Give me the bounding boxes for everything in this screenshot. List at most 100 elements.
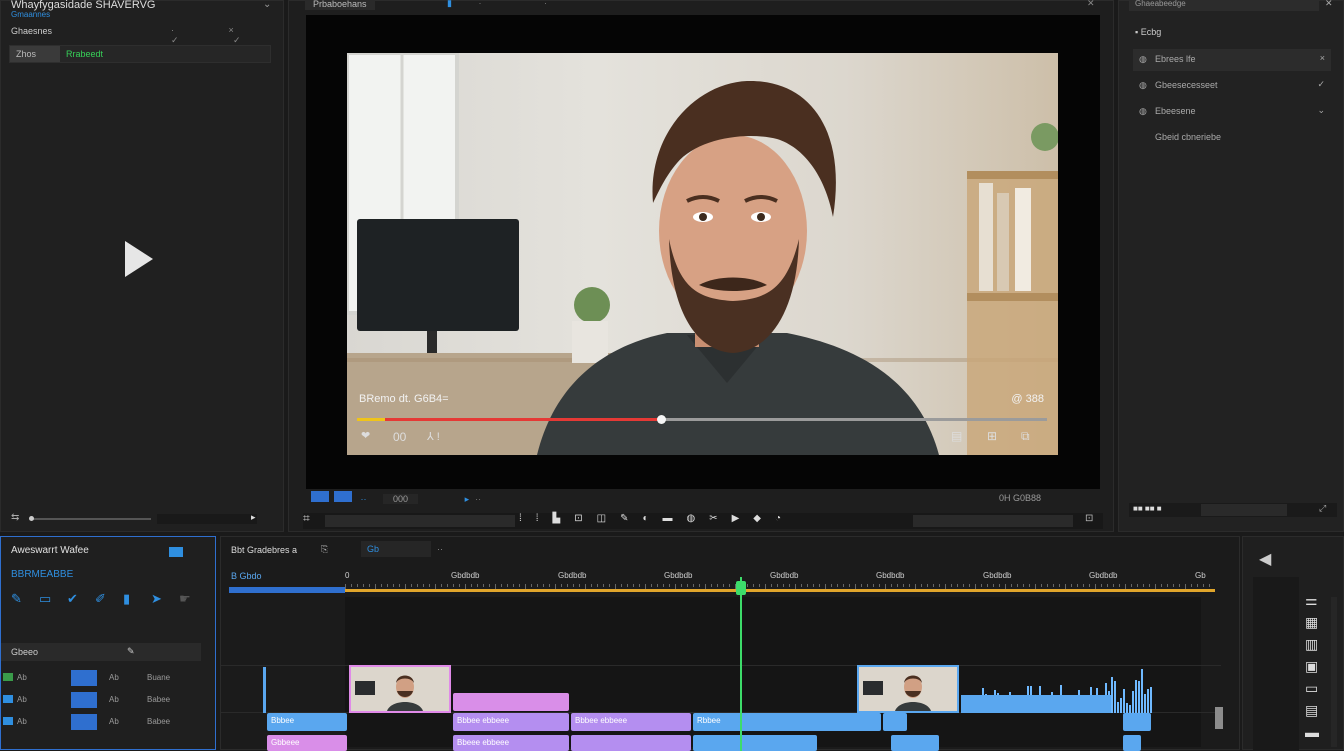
project-row[interactable]: Ab Ab Babee (1, 711, 201, 733)
project-edit-icon[interactable]: ✎ (127, 646, 135, 657)
effects-expand-icon[interactable]: ⤢ (1319, 503, 1326, 514)
clip-a1[interactable]: Gbbeee (267, 735, 347, 751)
clip-a2[interactable]: Bbeee ebbeee (453, 735, 569, 751)
program-zoom-controls[interactable]: ·· 000 ▸ ·· (311, 491, 481, 505)
video-like-icon[interactable]: ❤ (361, 429, 370, 442)
ruler-tick (453, 584, 454, 587)
ruler-tick (783, 584, 784, 587)
source-field-left[interactable]: Zhos (10, 46, 60, 62)
zoom-button[interactable] (334, 491, 352, 502)
video-settings-icon[interactable]: ⊞ (987, 429, 997, 443)
tools-scroll[interactable] (1331, 597, 1337, 747)
program-transport-icons[interactable]: ⁞⁞▙⊡◫✎◐▬◍✂▶◆◔ (519, 513, 795, 524)
video-clip-marker-left (263, 667, 266, 713)
clip-v4[interactable] (1123, 713, 1151, 731)
timeline-close-icon[interactable]: ⎘ (321, 544, 328, 555)
source-scrub-track[interactable] (31, 518, 151, 520)
clip-a5[interactable] (891, 735, 939, 751)
video-progress-track[interactable] (357, 415, 1047, 424)
clip-v3[interactable] (883, 713, 907, 731)
ruler-tick (1161, 584, 1162, 587)
video-cc-icon[interactable]: ▤ (951, 429, 962, 443)
project-blue-icon[interactable] (169, 547, 183, 557)
ruler-tick (675, 584, 676, 589)
source-settings-icon[interactable]: ⇆ (11, 512, 19, 523)
ruler-tick (1077, 584, 1078, 587)
circle-icon: ◍ (1139, 80, 1147, 90)
project-row-thumb[interactable] (71, 714, 97, 730)
check-icon[interactable]: ✔ (67, 591, 78, 607)
hand-icon[interactable]: ☛ (179, 591, 191, 607)
timeline-playhead[interactable] (740, 577, 742, 751)
waveform-bar (1135, 680, 1137, 713)
ruler-tick (987, 584, 988, 587)
timeline-track-label: B Gbdo (231, 571, 262, 581)
tools-back-icon[interactable]: ◀ (1259, 549, 1271, 569)
ruler-tick (981, 584, 982, 587)
brush-icon[interactable]: ✐ (95, 591, 106, 607)
source-field-right[interactable]: Rrabeedt (66, 49, 103, 59)
pen-icon[interactable]: ✎ (11, 591, 22, 607)
ruler-tick (945, 584, 946, 589)
waveform-bar (1129, 705, 1131, 713)
effects-item-mark[interactable]: × (1320, 53, 1325, 63)
ruler-work-area-bar[interactable] (345, 589, 1215, 592)
ruler-tick (357, 584, 358, 587)
effects-item-mark[interactable]: ✓ (1317, 79, 1325, 90)
project-row-thumb[interactable] (71, 692, 97, 708)
program-tab[interactable]: Prbaboehans (305, 0, 375, 10)
clip-v2-label: Rbbee (697, 716, 721, 725)
program-close-icon[interactable]: ✕ (1087, 0, 1095, 9)
video-volume-icon[interactable]: ⅄ ! (427, 430, 440, 443)
effects-item[interactable]: ◍ Ebrees lfe × (1133, 49, 1331, 71)
tools-icons[interactable]: ⚌ ▦ ▥ ▣ ▭ ▤ ▬ (1305, 589, 1331, 743)
ruler-tick (807, 584, 808, 587)
effects-item[interactable]: ◍ Gbeesecesseet ✓ (1133, 75, 1331, 97)
video-fullscreen-icon[interactable]: ⧉ (1021, 429, 1030, 444)
video-frame[interactable]: BRemo dt. G6B4= @ 388 ❤ 00 ⅄ ! ▤ ⊞ ⧉ (347, 53, 1058, 455)
ruler-tick (381, 584, 382, 587)
video-clip-pink-short[interactable] (453, 693, 569, 711)
project-row[interactable]: Ab Ab Babee (1, 689, 201, 711)
project-row-icon (3, 717, 13, 725)
program-export-icon[interactable]: ⊡ (1085, 513, 1093, 524)
ruler-tick (729, 584, 730, 587)
effects-item-mark[interactable]: ⌄ (1317, 105, 1325, 116)
clip-a3[interactable] (571, 735, 691, 751)
fit-button[interactable] (311, 491, 329, 502)
ruler-tick (537, 584, 538, 587)
ruler-tick (501, 584, 502, 587)
clip-v1[interactable]: Bbbee (267, 713, 347, 731)
clip-v1b[interactable]: Bbbee ebbeee (453, 713, 569, 731)
save-icon[interactable]: ▮ (123, 591, 130, 607)
video-progress-handle[interactable] (657, 415, 666, 424)
rectangle-icon[interactable]: ▭ (39, 591, 51, 607)
clip-v1c[interactable]: Bbbee ebbeee (571, 713, 691, 731)
clip-a4[interactable] (693, 735, 817, 751)
ruler-tick (903, 584, 904, 587)
timeline-playhead-handle[interactable] (736, 581, 746, 595)
source-chevron-icon[interactable]: ⌄ (263, 0, 271, 10)
clip-a6[interactable] (1123, 735, 1141, 751)
arrow-icon[interactable]: ➤ (151, 591, 162, 607)
ruler-tick (531, 584, 532, 587)
source-scrub-handle[interactable] (29, 516, 34, 521)
source-next-icon[interactable]: ▸ (251, 512, 256, 523)
project-row-thumb[interactable] (71, 670, 97, 686)
source-play-icon[interactable] (125, 241, 153, 277)
project-row[interactable]: Ab Ab Buane (1, 667, 201, 689)
effects-item[interactable]: ◍ Ebeesene ⌄ (1133, 101, 1331, 123)
video-clip-thumb-1[interactable] (349, 665, 451, 713)
ruler-tick (873, 584, 874, 587)
source-scrubber[interactable]: ⇆ ▸ (11, 512, 273, 524)
timeline-scrollbar[interactable] (1215, 707, 1223, 729)
video-clip-thumb-2[interactable] (857, 665, 959, 713)
clip-v2[interactable]: Rbbee (693, 713, 881, 731)
video-time-right: @ 388 (1011, 393, 1044, 405)
ruler-tick (1095, 584, 1096, 589)
timeline-tab[interactable]: Gb (361, 541, 431, 557)
effects-close-icon[interactable]: ✕ (1325, 0, 1333, 9)
program-grid-icon[interactable]: ⌗ (303, 511, 310, 526)
timeline-ruler[interactable]: 0 Gbdbdb Gbdbdb Gbdbdb Gbdbdb Gbdbdb Gbdbdb Gbd… (345, 571, 1215, 595)
effects-item[interactable]: Gbeid cbneriebe (1133, 127, 1331, 149)
